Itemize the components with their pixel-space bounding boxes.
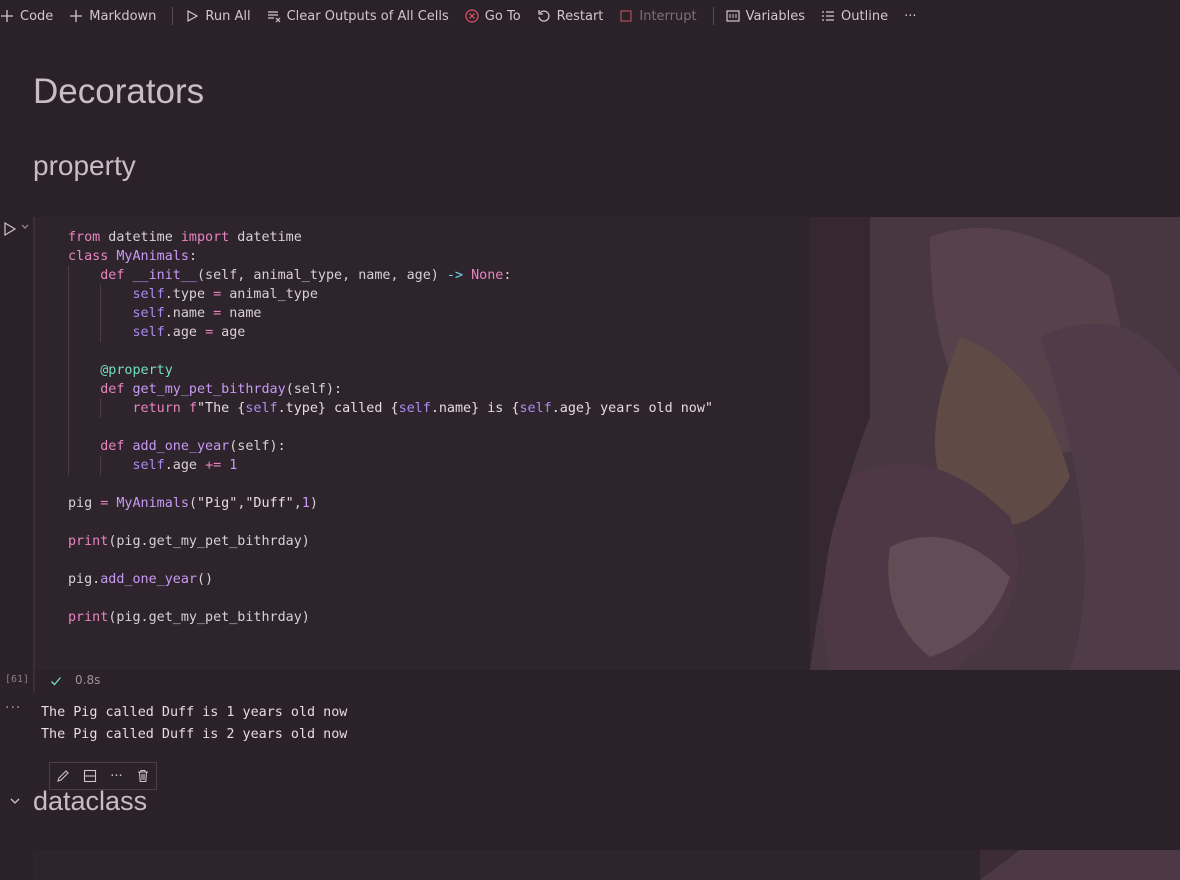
section-heading-dataclass: dataclass	[33, 786, 148, 816]
plus-icon	[1, 10, 13, 22]
interrupt-button[interactable]: Interrupt	[619, 8, 697, 24]
add-markdown-cell-button[interactable]: Markdown	[69, 9, 156, 24]
chevron-down-icon[interactable]	[9, 795, 21, 807]
more-label: ···	[904, 8, 917, 24]
markdown-label: Markdown	[89, 8, 157, 24]
section-heading-property: property	[33, 150, 136, 181]
output-line: The Pig called Duff is 1 years old now	[41, 705, 348, 720]
cell-more-button[interactable]: ···	[110, 769, 122, 784]
outline-button[interactable]: Outline	[821, 9, 888, 24]
code-editor[interactable]: from datetime import datetime class MyAn…	[68, 228, 713, 627]
output-line: The Pig called Duff is 2 years old now	[41, 727, 348, 742]
go-to-label: Go To	[484, 8, 521, 24]
page-title: Decorators	[33, 72, 205, 111]
cell-focus-bar	[33, 217, 35, 692]
restart-icon	[538, 10, 550, 22]
cell-output: The Pig called Duff is 1 years old now T…	[41, 702, 347, 746]
toolbar-divider	[712, 7, 714, 25]
clear-all-icon	[267, 11, 281, 23]
restart-label: Restart	[556, 8, 604, 24]
trash-icon	[137, 769, 148, 783]
plus-icon	[70, 10, 83, 22]
restart-button[interactable]: Restart	[537, 8, 604, 24]
split-icon	[84, 769, 97, 783]
execution-count: [61]	[5, 674, 30, 685]
play-icon	[187, 9, 199, 23]
edit-button[interactable]	[56, 769, 70, 783]
code-label: Code	[20, 8, 54, 24]
add-code-cell-button[interactable]: Code	[0, 9, 53, 24]
error-circle-icon	[465, 9, 479, 23]
output-more-button[interactable]: ···	[5, 700, 21, 716]
variables-button[interactable]: Variables	[726, 9, 805, 24]
split-cell-button[interactable]	[83, 769, 97, 783]
pencil-icon	[57, 770, 70, 782]
more-actions-button[interactable]: ···	[904, 9, 916, 24]
stop-icon	[620, 10, 632, 22]
check-icon	[51, 677, 61, 686]
clear-outputs-button[interactable]: Clear Outputs of All Cells	[267, 9, 449, 24]
go-to-button[interactable]: Go To	[465, 9, 521, 24]
run-cell-icon[interactable]	[3, 222, 17, 236]
toolbar-divider	[172, 7, 174, 25]
variables-icon	[726, 10, 740, 22]
run-all-label: Run All	[205, 8, 251, 24]
variables-label: Variables	[745, 8, 806, 24]
notebook-toolbar: Code Markdown Run All Clear Outputs of A…	[0, 0, 1180, 32]
delete-cell-button[interactable]	[136, 769, 150, 783]
background-artwork	[980, 850, 1180, 880]
execution-time: 0.8s	[75, 673, 101, 687]
chevron-down-icon[interactable]	[20, 222, 30, 232]
code-cell-partial[interactable]	[33, 850, 1180, 880]
run-all-button[interactable]: Run All	[185, 8, 251, 24]
interrupt-label: Interrupt	[639, 8, 697, 24]
outline-label: Outline	[841, 8, 889, 24]
background-artwork	[810, 217, 1180, 670]
clear-outputs-label: Clear Outputs of All Cells	[286, 8, 449, 24]
list-icon	[822, 11, 835, 21]
